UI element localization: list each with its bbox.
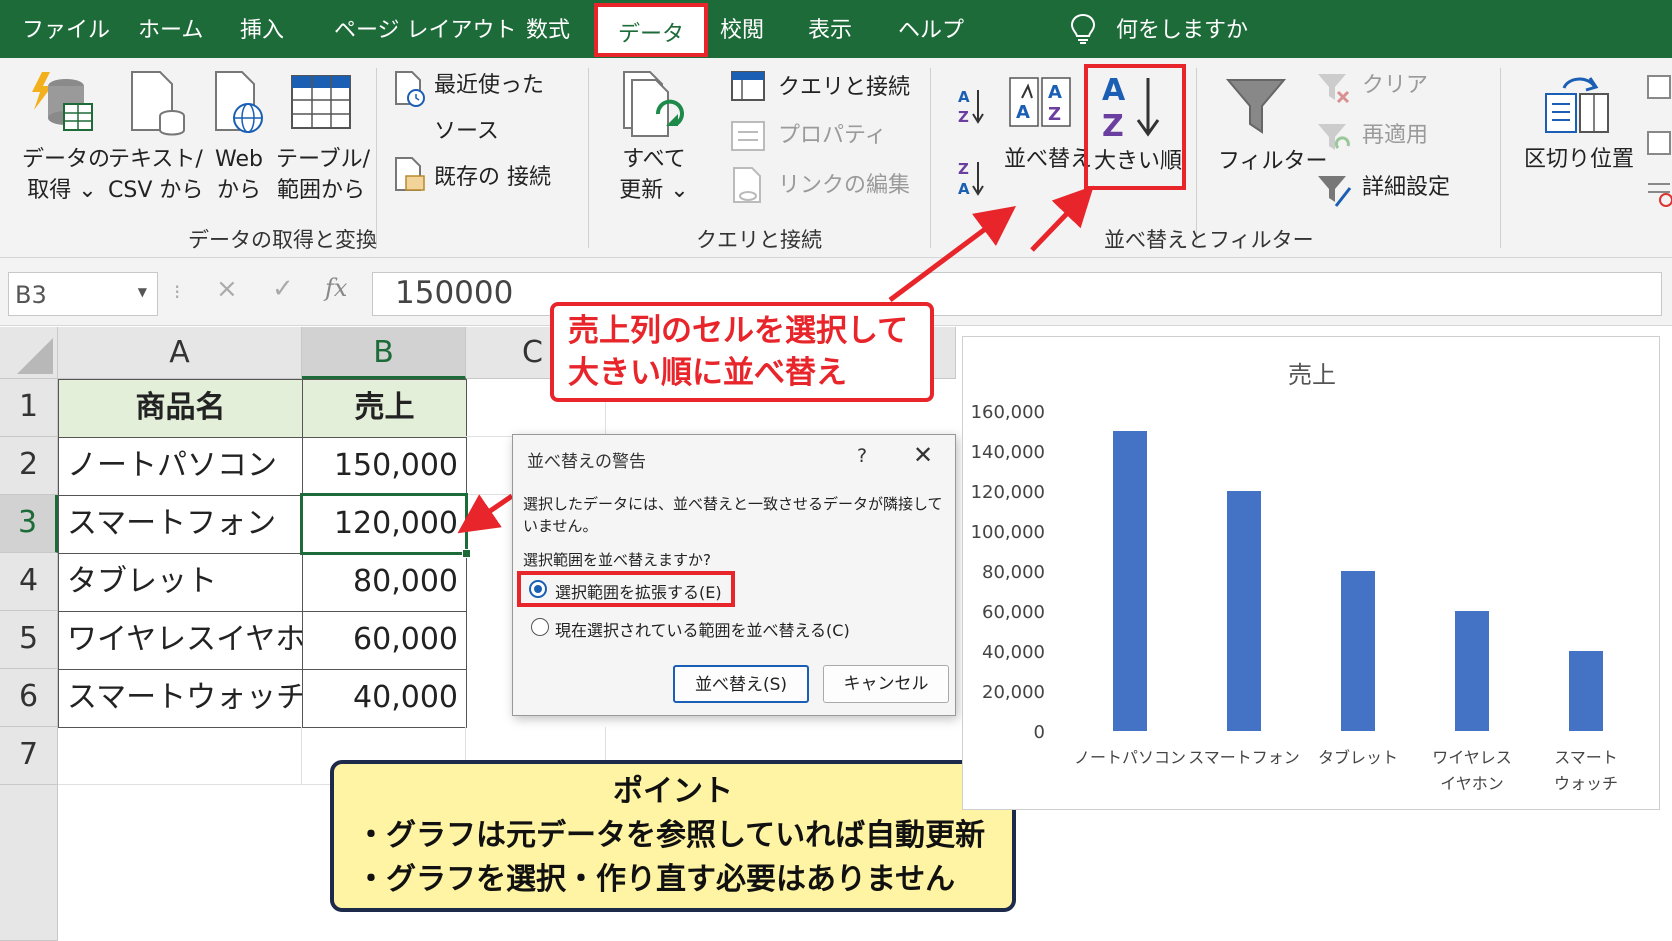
y-tick-label: 20,000 — [982, 682, 1045, 703]
y-tick-label: 120,000 — [971, 482, 1045, 503]
chart-bar — [1227, 491, 1261, 731]
x-tick-label: ワイヤレス — [1432, 748, 1512, 767]
point-line-1: ・グラフは元データを参照していれば自動更新 — [356, 818, 986, 853]
y-tick-label: 40,000 — [982, 642, 1045, 663]
chart-bar — [1113, 431, 1147, 731]
point-callout: ポイント ・グラフは元データを参照していれば自動更新 ・グラフを選択・作り直す必… — [330, 760, 1016, 912]
y-tick-label: 60,000 — [982, 602, 1045, 623]
current-selection-label: 現在選択されている範囲を並べ替える(C) — [555, 621, 850, 640]
sales-bar-chart[interactable]: 売上 0 20,000 40,000 60,000 80,000 100,000 120,00… — [962, 336, 1660, 810]
x-tick-label: スマートフォン — [1188, 748, 1300, 767]
instruction-callout: 売上列のセルを選択して 大きい順に並べ替え — [550, 302, 934, 402]
arrow-to-sort-button — [888, 206, 1017, 303]
point-title: ポイント — [613, 774, 733, 809]
x-tick-label: タブレット — [1318, 748, 1398, 767]
expand-selection-label: 選択範囲を拡張する(E) — [555, 583, 722, 602]
x-tick-label: ノートパソコン — [1074, 748, 1186, 767]
help-icon[interactable]: ? — [857, 445, 867, 467]
close-icon[interactable]: ✕ — [913, 441, 933, 469]
sort-button[interactable]: 並べ替え(S) — [673, 665, 809, 703]
chart-bar — [1569, 651, 1603, 731]
instruction-line-2: 大きい順に並べ替え — [568, 355, 847, 391]
y-tick-label: 100,000 — [971, 522, 1045, 543]
chart-bar — [1455, 611, 1489, 731]
sort-warning-dialog: 並べ替えの警告 ? ✕ 選択したデータには、並べ替えと一致させるデータが隣接して… — [512, 434, 956, 716]
dialog-title: 並べ替えの警告 — [527, 452, 646, 472]
y-tick-label: 0 — [1034, 722, 1045, 743]
chart-title: 売上 — [1288, 361, 1336, 389]
x-tick-label: イヤホン — [1440, 774, 1504, 793]
current-selection-radio[interactable] — [531, 618, 549, 636]
dialog-question: 選択範囲を並べ替えますか? — [523, 551, 711, 569]
x-tick-label: スマート — [1554, 748, 1618, 767]
point-line-2: ・グラフを選択・作り直す必要はありません — [356, 862, 956, 897]
arrow-to-selected-cell — [457, 493, 514, 534]
cancel-button[interactable]: キャンセル — [823, 665, 949, 703]
excel-window: ファイル ホーム 挿入 ページ レイアウト 数式 データ 校閲 表示 ヘルプ 何… — [0, 0, 1672, 941]
dialog-message: 選択したデータには、並べ替えと一致させるデータが隣接していません。 — [523, 495, 943, 535]
expand-selection-radio[interactable] — [529, 580, 547, 598]
arrow-to-sort-desc — [1030, 185, 1094, 252]
chart-bar — [1341, 571, 1375, 731]
chart-canvas: 売上 0 20,000 40,000 60,000 80,000 100,000 120,00… — [971, 361, 1618, 793]
y-tick-label: 80,000 — [982, 562, 1045, 583]
y-tick-label: 160,000 — [971, 402, 1045, 423]
y-tick-label: 140,000 — [971, 442, 1045, 463]
instruction-line-1: 売上列のセルを選択して — [568, 313, 909, 349]
x-tick-label: ウォッチ — [1554, 774, 1618, 793]
